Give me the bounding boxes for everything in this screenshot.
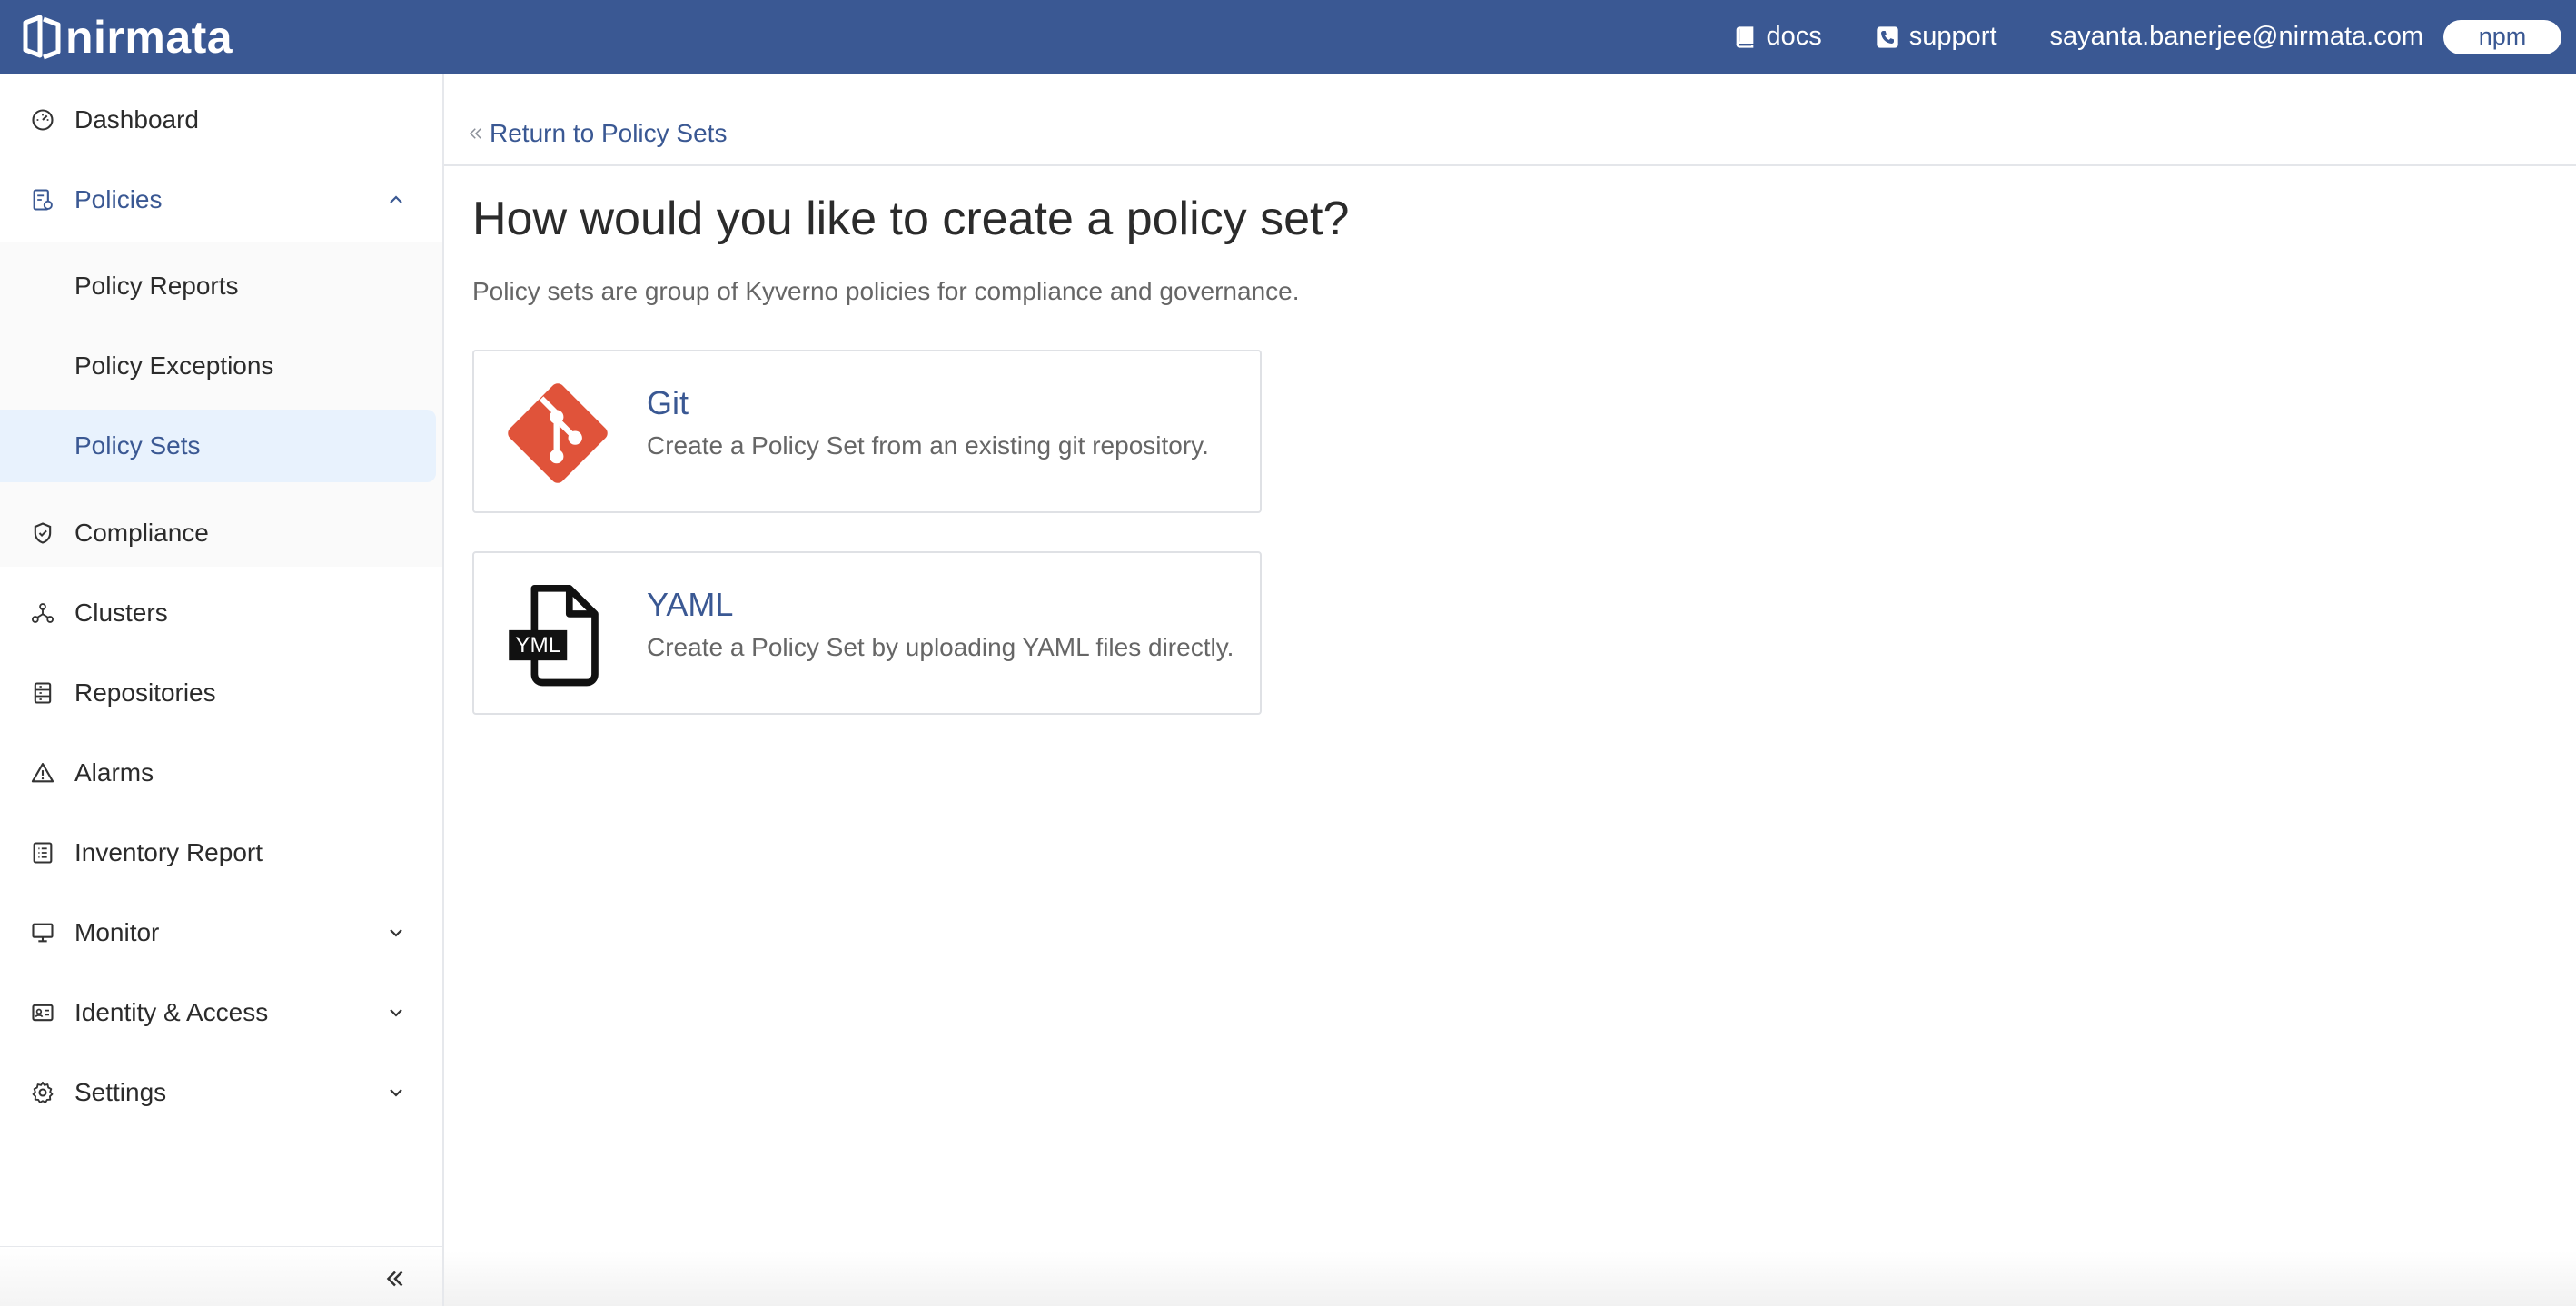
sidebar-item-label: Compliance (74, 519, 209, 547)
page-subtitle: Policy sets are group of Kyverno policie… (472, 277, 1300, 305)
phone-icon (1877, 25, 1898, 48)
org-selector[interactable]: npm (2443, 19, 2561, 54)
sidebar-item-label: Clusters (74, 599, 168, 627)
main-footer-shade (444, 1252, 2576, 1306)
page-title: How would you like to create a policy se… (472, 193, 1350, 245)
nirmata-logo-mark-icon (23, 15, 61, 59)
collapse-sidebar-icon[interactable] (381, 1265, 409, 1292)
sidebar-item-label: Policies (74, 185, 163, 213)
sidebar-item-label: Policy Exceptions (74, 351, 274, 380)
id-card-icon (29, 999, 56, 1026)
sidebar-item-alarms[interactable]: Alarms (0, 737, 442, 809)
support-label: support (1908, 22, 1997, 51)
yaml-option-card[interactable]: YML YAML Create a Policy Set by uploadin… (472, 551, 1262, 715)
list-report-icon (29, 839, 56, 866)
nirmata-logo[interactable]: nirmata (20, 0, 233, 74)
chevron-up-icon[interactable] (385, 189, 407, 211)
sidebar-item-settings[interactable]: Settings (0, 1056, 442, 1129)
repository-icon (29, 679, 56, 707)
yaml-option-title: YAML (647, 586, 734, 623)
main-content: Return to Policy Sets How would you like… (444, 74, 2576, 1306)
sidebar-item-label: Dashboard (74, 105, 199, 134)
sidebar-item-dashboard[interactable]: Dashboard (0, 84, 442, 156)
sidebar-item-label: Identity & Access (74, 998, 269, 1026)
top-navbar: nirmata docs support sayanta.banerjee@ni… (0, 0, 2576, 74)
brand-name: nirmata (65, 11, 233, 63)
sidebar-footer (0, 1246, 442, 1306)
sidebar-item-clusters[interactable]: Clusters (0, 577, 442, 649)
sidebar-item-inventory-report[interactable]: Inventory Report (0, 816, 442, 889)
git-option-title: Git (647, 384, 689, 421)
sidebar-item-identity-access[interactable]: Identity & Access (0, 976, 442, 1049)
sidebar-item-policy-sets[interactable]: Policy Sets (0, 410, 436, 482)
sidebar-item-repositories[interactable]: Repositories (0, 657, 442, 729)
sidebar-item-label: Monitor (74, 918, 160, 946)
warning-triangle-icon (29, 759, 56, 787)
return-to-policy-sets-link[interactable]: Return to Policy Sets (468, 119, 727, 148)
sidebar-item-label: Settings (74, 1078, 167, 1106)
book-icon (1736, 25, 1753, 48)
sidebar-item-monitor[interactable]: Monitor (0, 896, 442, 969)
chevron-down-icon[interactable] (385, 922, 407, 944)
yaml-option-description: Create a Policy Set by uploading YAML fi… (647, 633, 1234, 661)
back-link-label: Return to Policy Sets (490, 119, 728, 147)
support-link[interactable]: support (1875, 22, 1997, 52)
yaml-badge-text: YML (515, 633, 560, 658)
header-divider (444, 164, 2576, 166)
yaml-file-icon: YML (509, 584, 599, 687)
sidebar-item-label: Policy Reports (74, 272, 239, 300)
double-chevron-left-icon (469, 128, 481, 139)
sidebar-item-compliance[interactable]: Compliance (0, 497, 442, 569)
gear-icon (29, 1079, 56, 1106)
chevron-down-icon[interactable] (385, 1082, 407, 1103)
cluster-nodes-icon (29, 599, 56, 627)
monitor-icon (29, 919, 56, 946)
docs-label: docs (1766, 22, 1822, 51)
user-email[interactable]: sayanta.banerjee@nirmata.com (2050, 22, 2423, 52)
git-option-card[interactable]: Git Create a Policy Set from an existing… (472, 350, 1262, 513)
shield-check-icon (29, 519, 56, 547)
sidebar-item-label: Inventory Report (74, 838, 263, 866)
sidebar-item-policy-exceptions[interactable]: Policy Exceptions (0, 330, 436, 402)
gauge-icon (29, 106, 56, 134)
git-option-description: Create a Policy Set from an existing git… (647, 431, 1209, 460)
sidebar-item-label: Policy Sets (74, 431, 201, 460)
sidebar: Dashboard Policies Policy Reports Policy… (0, 74, 444, 1306)
sidebar-item-policy-reports[interactable]: Policy Reports (0, 250, 436, 322)
policy-document-icon (29, 186, 56, 213)
chevron-down-icon[interactable] (385, 1002, 407, 1024)
sidebar-item-label: Repositories (74, 678, 216, 707)
docs-link[interactable]: docs (1732, 22, 1822, 52)
sidebar-item-label: Alarms (74, 758, 154, 787)
git-logo-icon (508, 383, 608, 483)
sidebar-item-policies[interactable]: Policies (0, 163, 442, 236)
